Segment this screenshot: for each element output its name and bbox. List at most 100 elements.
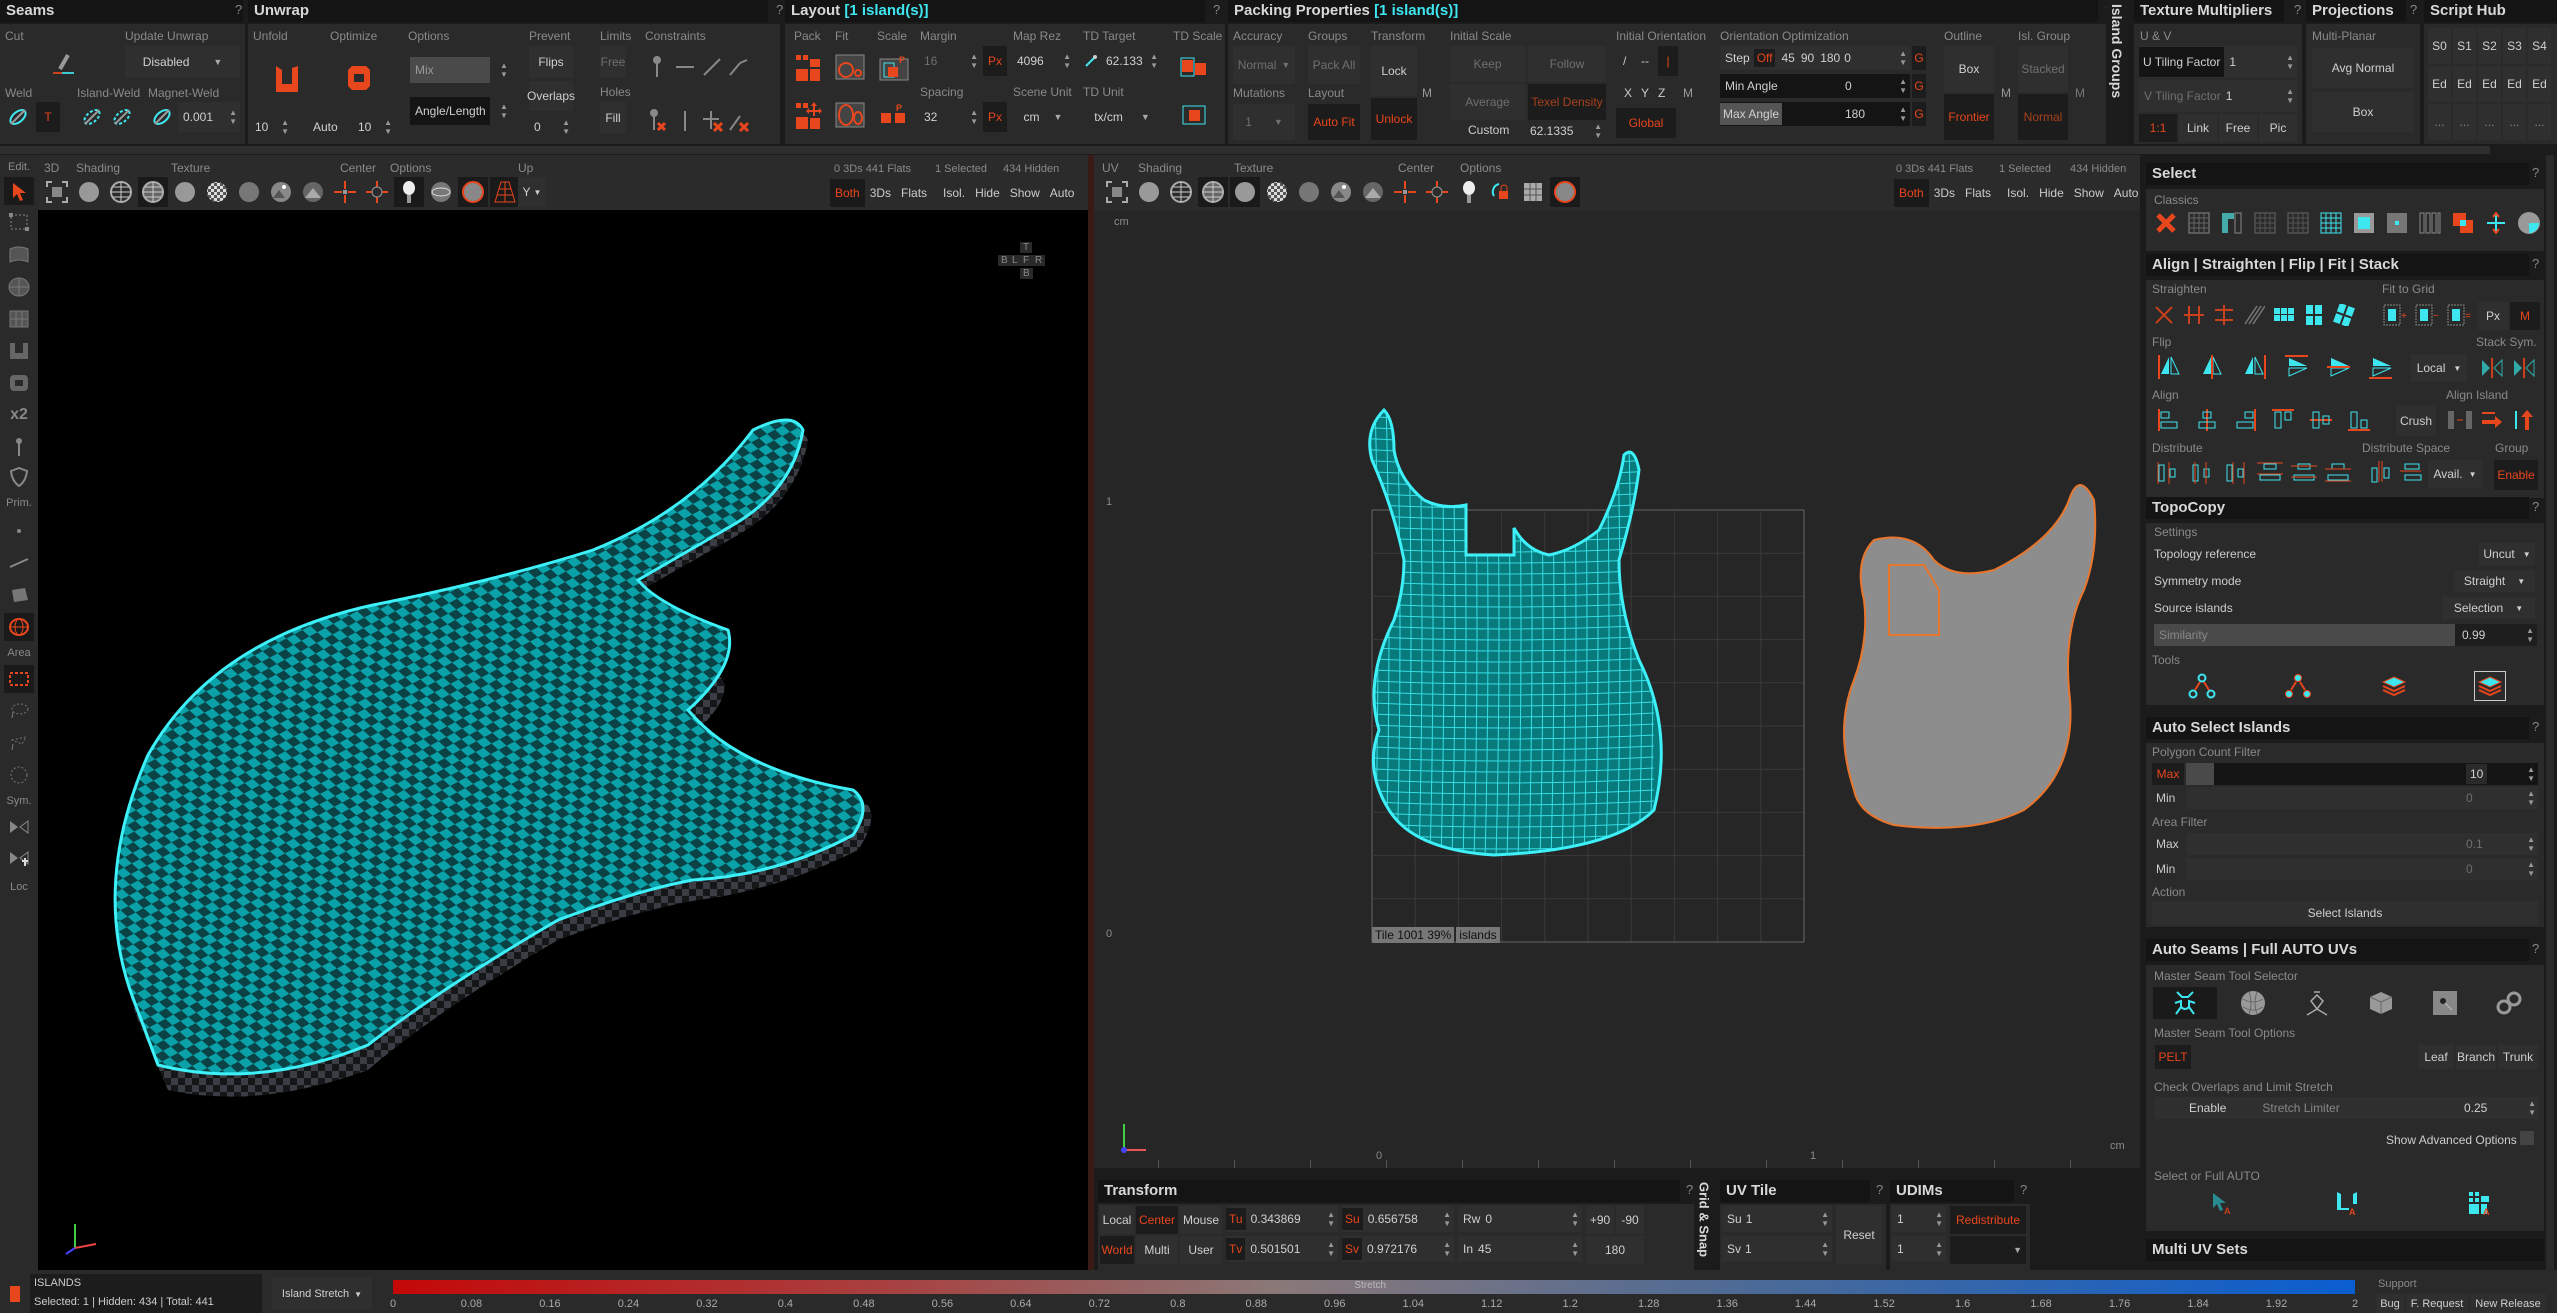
poly-max-label-button[interactable]: Max [2152,763,2184,785]
spinner-icon[interactable]: ▲ ▼ [1899,49,1907,67]
spinner-icon[interactable]: ▲ ▼ [970,108,978,126]
flip-vertical-center-icon[interactable] [2324,352,2352,382]
outline-box-button[interactable]: Box [1944,46,1994,92]
stretch-mode-dropdown[interactable]: Island Stretch ▼ [272,1278,372,1310]
auto-unwrap-icon[interactable]: A [2332,1187,2364,1219]
optimize-tool-icon[interactable] [4,369,34,397]
spinner-icon[interactable]: ▲ ▼ [562,118,570,136]
max-angle-g-button[interactable]: G [1912,102,1926,126]
cube-seam-tool-icon[interactable] [2349,987,2413,1019]
frame-icon[interactable] [42,177,72,207]
rotate-input[interactable]: Rw 0 ▲ ▼ [1458,1206,1582,1232]
spinner-icon[interactable]: ▲ ▼ [1443,1240,1451,1258]
tile-su-input[interactable]: Su 1 ▲ ▼ [1722,1206,1832,1232]
bug-report-button[interactable]: Bug [2376,1294,2404,1313]
angle-constraint-icon[interactable] [726,52,750,82]
crush-button[interactable]: Crush [2396,406,2436,436]
checker-grid-icon[interactable] [1518,177,1548,207]
world-button[interactable]: World [1100,1236,1134,1264]
pack-move-icon[interactable] [793,100,823,130]
view-bottom[interactable]: B [1020,268,1033,279]
feature-request-button[interactable]: F. Request [2406,1294,2468,1313]
margin-unit-button[interactable]: Px [983,46,1007,76]
user-pivot-button[interactable]: User [1180,1236,1222,1264]
script-slot-row3-4[interactable]: ... [2528,104,2551,140]
edge-constraint-icon[interactable] [673,52,697,82]
symmetry-plus-icon[interactable] [4,845,34,873]
grid-texture-icon[interactable] [1294,177,1324,207]
outline-m-toggle[interactable]: M [2001,86,2011,100]
udim-dropdown[interactable]: ▼ [1950,1236,2026,1264]
image-texture-icon[interactable] [266,177,296,207]
spinner-icon[interactable]: ▲ ▼ [1899,105,1907,123]
keep-button[interactable]: Keep [1450,46,1525,82]
magnet-weld-icon[interactable] [148,102,176,132]
rectangle-select-icon[interactable] [4,665,34,693]
distribute-center-h-icon[interactable] [2188,458,2216,488]
remove-angle-constraint-icon[interactable] [726,106,752,136]
v-tiling-input[interactable]: V Tiling Factor 1 ▲ ▼ [2139,80,2297,112]
view-cube[interactable]: T B L F R B [998,242,1048,282]
ambient-occlusion-icon[interactable] [426,177,456,207]
spinner-icon[interactable]: ▲ ▼ [1935,1240,1943,1258]
eyedropper-icon[interactable] [1082,48,1100,74]
redistribute-button[interactable]: Redistribute [1950,1206,2026,1234]
scale-islands-icon[interactable]: P [877,100,911,130]
align-help-button[interactable]: ? [2532,256,2539,271]
pack-icon[interactable] [793,52,823,82]
orient-y-button[interactable]: Y [1641,86,1649,100]
prevent-overlaps-button[interactable]: Overlaps [527,81,575,111]
td-scale-selected-icon[interactable] [1177,52,1211,82]
align-island-up-arrow-icon[interactable] [2510,406,2538,434]
script-slot-row2-1[interactable]: Ed [2453,66,2476,102]
distribute-space-h-icon[interactable] [2368,458,2394,486]
topocopy-help-button[interactable]: ? [2532,499,2539,514]
straighten-grid-vertical-icon[interactable] [2302,300,2326,330]
step-input[interactable]: Step Off 45 90 180 0 ▲ ▼ [1720,46,1910,70]
script-slot-row2-2[interactable]: Ed [2478,66,2501,102]
tile-reset-button[interactable]: Reset [1836,1206,1882,1264]
distribute-bottom-icon[interactable] [2324,458,2352,488]
texel-density-button[interactable]: Texel Density [1528,84,1606,120]
spinner-icon[interactable]: ▲ ▼ [2527,835,2535,853]
source-islands-dropdown[interactable]: Selection ▼ [2442,597,2535,619]
increment-input[interactable]: In 45 ▲ ▼ [1458,1236,1582,1262]
script-slot-row3-3[interactable]: ... [2503,104,2526,140]
script-slot-row2-4[interactable]: Ed [2528,66,2551,102]
spinner-icon[interactable]: ▲ ▼ [2286,53,2294,71]
distribute-space-v-icon[interactable] [2398,458,2424,486]
accuracy-dropdown[interactable]: Normal ▼ [1233,46,1295,84]
new-release-button[interactable]: New Release [2470,1294,2546,1313]
unwrap-help-button[interactable]: ? [776,2,783,17]
center-pivot-button[interactable]: Center [1136,1206,1178,1234]
shield-tool-icon[interactable] [4,463,34,491]
udims-help-button[interactable]: ? [2020,1182,2027,1197]
step-45-button[interactable]: 45 [1781,51,1794,65]
area-min-slider[interactable]: 0 ▲ ▼ [2186,858,2538,880]
pin-tool-icon[interactable] [4,433,34,461]
sphere-grid-tool-icon[interactable] [4,273,34,301]
filter-show[interactable]: Show [2068,179,2109,207]
grid-tool-icon[interactable] [4,305,34,333]
outline-frontier-button[interactable]: Frontier [1944,94,1994,140]
script-slot-row1-0[interactable]: S0 [2428,28,2451,64]
select-help-button[interactable]: ? [2532,165,2539,180]
script-slot-row1-1[interactable]: S1 [2453,28,2476,64]
fit-scale-icon[interactable] [833,100,867,130]
light-icon[interactable] [394,177,424,207]
backface-icon[interactable] [458,177,488,207]
spinner-icon[interactable]: ▲ ▼ [1443,1210,1451,1228]
solid-wire-shading-icon[interactable] [1198,177,1228,207]
mouse-pivot-button[interactable]: Mouse [1180,1206,1222,1234]
align-island-gap-icon[interactable] [2446,406,2474,434]
filter-both[interactable]: Both [1894,179,1929,207]
global-button[interactable]: Global [1616,108,1676,138]
edge-mode-icon[interactable] [4,549,34,577]
pelt-seam-tool-icon[interactable] [2153,987,2217,1019]
holes-fill-button[interactable]: Fill [600,102,626,134]
align-right-icon[interactable] [2232,405,2258,435]
select-center-icon[interactable] [2385,211,2409,235]
clear-selection-icon[interactable] [2154,211,2178,235]
uv-backface-icon[interactable] [1550,177,1580,207]
straight-constraint-icon[interactable] [700,52,724,82]
